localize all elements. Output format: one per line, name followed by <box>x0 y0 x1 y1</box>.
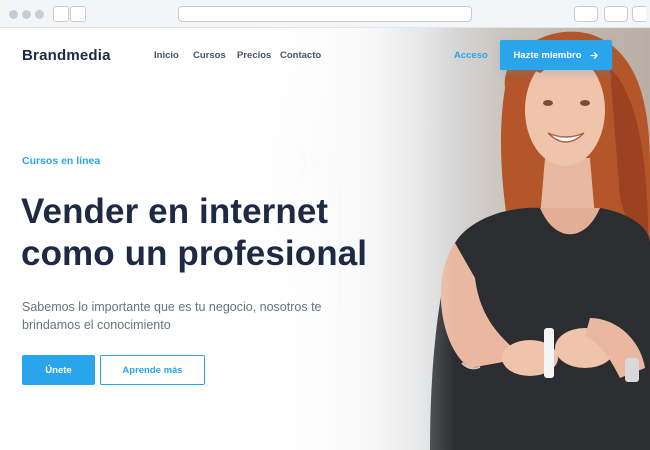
nav-item-contacto[interactable]: Contacto <box>280 50 321 61</box>
forward-button[interactable] <box>70 6 86 22</box>
arrow-right-icon <box>589 51 598 59</box>
window-button[interactable] <box>632 6 646 22</box>
nav-item-cursos[interactable]: Cursos <box>193 50 226 61</box>
hero-headline-line-2: como un profesional <box>21 234 368 273</box>
address-bar[interactable] <box>178 6 472 22</box>
hero-subtext: Sabemos lo importante que es tu negocio,… <box>22 300 322 332</box>
nav-item-precios[interactable]: Precios <box>237 50 271 61</box>
window-button[interactable] <box>604 6 628 22</box>
window-dot-icon <box>9 10 18 19</box>
become-member-label: Hazte miembro <box>513 49 582 61</box>
hero-section: Brandmedia Inicio Cursos Precios Contact… <box>0 28 650 450</box>
window-button[interactable] <box>574 6 598 22</box>
login-link[interactable]: Acceso <box>454 50 488 61</box>
back-button[interactable] <box>53 6 69 22</box>
window-dot-icon <box>22 10 31 19</box>
nav-item-inicio[interactable]: Inicio <box>154 50 179 61</box>
browser-chrome <box>0 0 650 28</box>
become-member-button[interactable]: Hazte miembro <box>500 40 612 70</box>
hero-eyebrow: Cursos en línea <box>22 155 101 167</box>
hero-headline: Vender en internet como un profesional <box>21 191 441 275</box>
hero-headline-line-1: Vender en internet <box>21 192 329 231</box>
learn-more-button[interactable]: Aprende más <box>100 355 205 385</box>
brand-logo[interactable]: Brandmedia <box>22 47 111 64</box>
window-dot-icon <box>35 10 44 19</box>
join-button[interactable]: Únete <box>22 355 95 385</box>
